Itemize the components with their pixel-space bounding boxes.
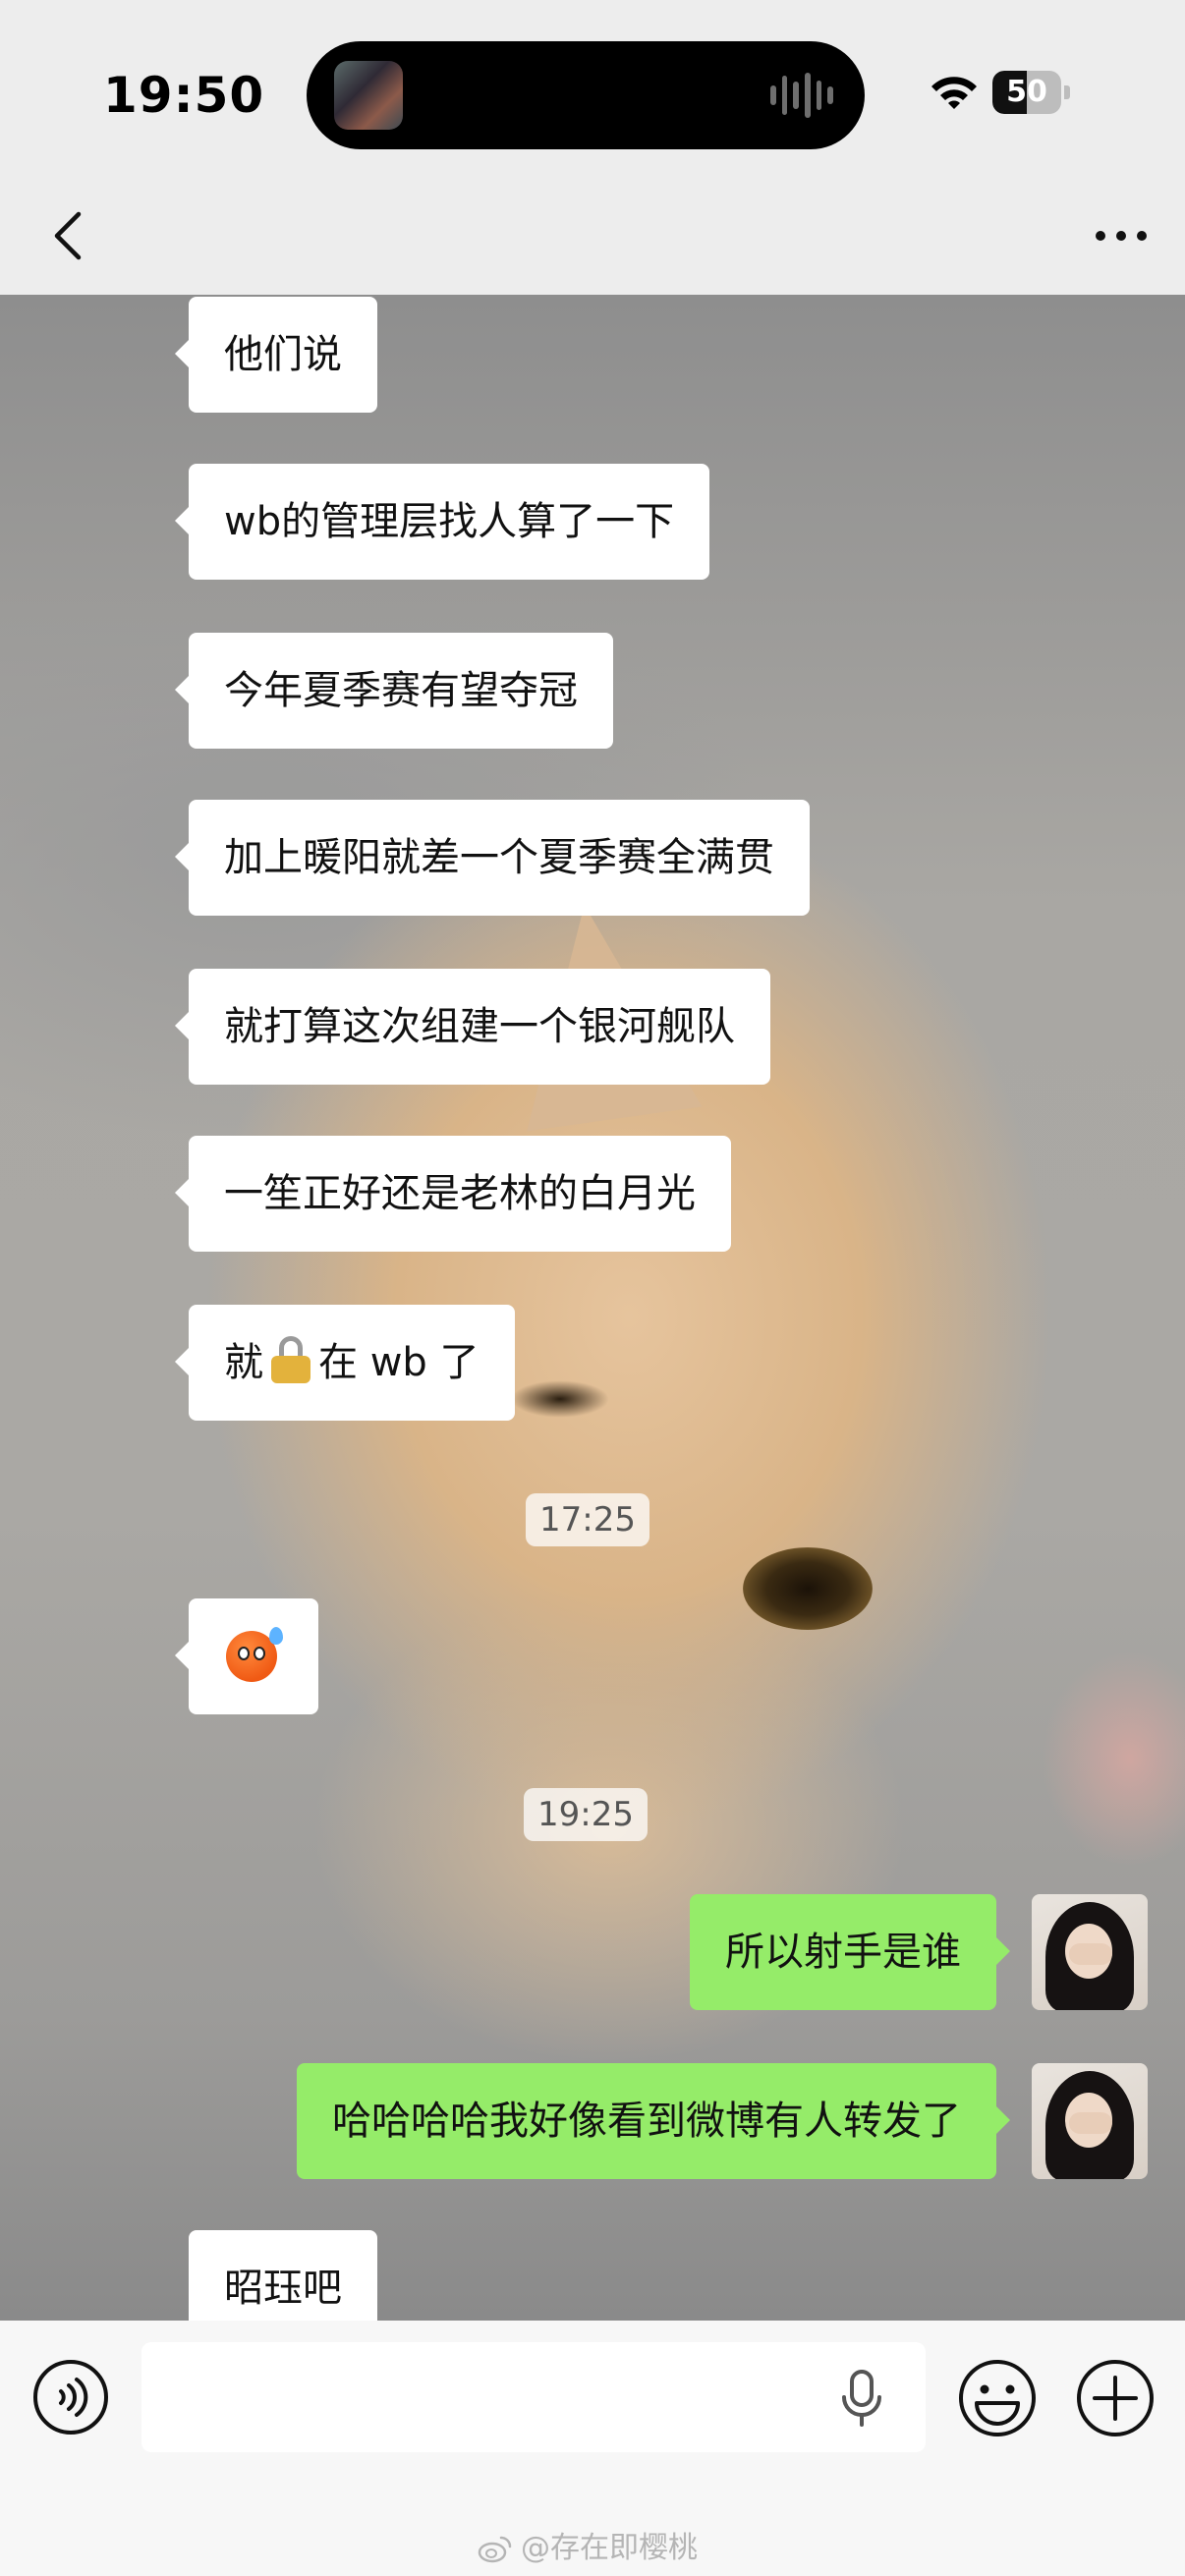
more-options-icon[interactable] (1087, 204, 1156, 267)
message-bubble[interactable]: 昭珏吧 (189, 2230, 377, 2321)
sweat-face-emoji-icon (226, 1627, 283, 1682)
battery-icon: 50 (992, 71, 1070, 114)
wallpaper-cat-eye-closed (511, 1380, 609, 1418)
user-avatar[interactable] (1032, 1894, 1148, 2010)
chat-background-image (0, 295, 1185, 2321)
message-bubble[interactable]: 就打算这次组建一个银河舰队 (175, 969, 770, 1085)
chat-nav-bar (0, 177, 1185, 295)
message-bubble[interactable]: 他们说 (175, 297, 377, 413)
microphone-icon[interactable] (837, 2368, 886, 2429)
weibo-logo-icon (478, 2536, 512, 2563)
message-text-before: 就 (224, 1340, 263, 1385)
message-bubble[interactable]: 一笙正好还是老林的白月光 (175, 1136, 731, 1252)
message-text-after: 在 wb 了 (318, 1340, 480, 1385)
emoji-icon[interactable] (957, 2358, 1038, 2438)
weibo-watermark: @存在即樱桃 (478, 2528, 698, 2569)
user-avatar[interactable] (1032, 2063, 1148, 2179)
chat-timestamp: 19:25 (524, 1788, 648, 1841)
dynamic-island[interactable] (307, 41, 865, 149)
now-playing-artwork (334, 61, 403, 130)
wallpaper-cat-ear-right (1042, 1651, 1185, 1867)
message-bubble[interactable]: wb的管理层找人算了一下 (174, 464, 710, 580)
wifi-icon (931, 77, 977, 109)
watermark-text: @存在即樱桃 (521, 2531, 698, 2565)
message-bubble[interactable]: 加上暖阳就差一个夏季赛全满贯 (175, 800, 810, 916)
message-bubble[interactable]: 就 在 wb 了 (175, 1305, 515, 1421)
chat-timestamp: 17:25 (526, 1493, 649, 1546)
voice-mode-icon[interactable] (31, 2358, 110, 2436)
chat-input-bar: @存在即樱桃 (0, 2321, 1185, 2576)
status-bar: 19:50 50 (0, 0, 1185, 177)
message-bubble[interactable]: 今年夏季赛有望夺冠 (175, 633, 613, 749)
message-input[interactable] (141, 2342, 926, 2452)
wallpaper-cat-eye (743, 1547, 873, 1630)
lock-icon (271, 1336, 310, 1383)
status-time: 19:50 (103, 67, 265, 124)
add-attachment-icon[interactable] (1075, 2358, 1156, 2438)
message-bubble-sent[interactable]: 所以射手是谁 (690, 1894, 1010, 2010)
message-bubble-sent[interactable]: 哈哈哈哈我好像看到微博有人转发了 (297, 2063, 1010, 2179)
back-chevron-icon[interactable] (39, 204, 102, 267)
battery-level: 50 (1006, 75, 1047, 109)
audio-waveform-icon (770, 71, 834, 120)
